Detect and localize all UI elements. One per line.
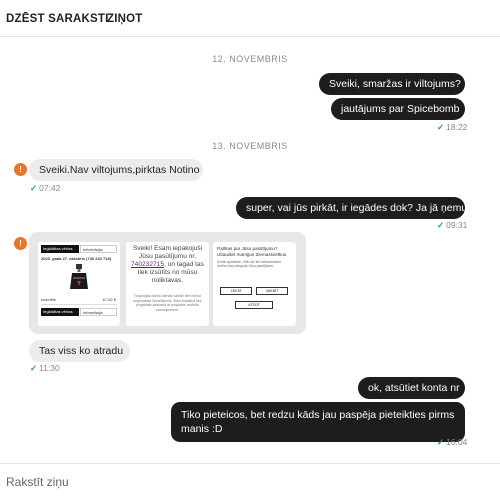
divider [41,304,117,305]
attachment-image-order[interactable]: Iegādātas vērtas Informācija 2023. gada … [38,242,120,326]
message-meta: ✓ 11:30 [30,363,60,374]
message-meta: ✓ 09:31 [437,220,467,231]
date-separator: 12. NOVEMBRIS [212,54,288,64]
survey-button-a: LEKSĪ [220,287,252,295]
message-text: super, vai jūs pirkāt, ir iegādes dok? J… [246,202,468,214]
outgoing-message: jautājums par Spicebomb [331,98,465,120]
packing-message: Sveiki! Esam iepakojuši Jūsu pasūtījumu … [131,245,204,284]
message-text: ok, atsūtiet konta nr [368,382,460,394]
order-tab-active: Iegādātas vērtas [41,245,79,253]
message-time: 07:42 [39,183,61,193]
outgoing-message: ok, atsūtiet konta nr [358,377,465,399]
survey-button-c: ATSŪT [235,301,273,309]
message-text: Tas viss ko atradu [39,345,124,357]
message-text: Sveiki, smaržas ir viltojums? [329,78,461,90]
incoming-message: Sveiki.Nav viltojums,pirktas Notino [29,159,203,181]
message-time: 18:22 [446,122,468,132]
message-text: Tiko pieteicos, bet redzu kāds jau paspē… [181,409,455,435]
message-time: 11:30 [39,363,60,373]
top-bar: DZĒST SARAKSTI ZIŅOT [0,0,500,37]
order-line: 2023. gada 27. oktobris (740 232 715) [41,256,112,261]
outgoing-message: super, vai jūs pirkāt, ir iegādes dok? J… [236,197,468,219]
outgoing-message: Tiko pieteicos, bet redzu kāds jau paspē… [171,402,465,442]
date-separator: 13. NOVEMBRIS [212,141,288,151]
read-check-icon: ✓ [437,220,445,230]
delete-conversation-button[interactable]: DZĒST SARAKSTI [6,0,108,36]
product-label: kosmēts [41,297,56,302]
survey-body: Sveiki apmekās. Vēlu šie šie vietnamokām… [217,260,282,269]
read-check-icon: ✓ [30,363,38,373]
attachment-image-survey[interactable]: Patīkas par Jūsu pasūtījumu? Ubaudiet ma… [213,242,296,326]
outgoing-message: Sveiki, smaržas ir viltojums? [319,73,465,95]
message-text: Sveiki.Nav viltojums,pirktas Notino [39,164,200,176]
message-meta: ✓ 07:42 [30,183,60,194]
packing-small-text: Turpinājās darba dienās vairāki tiem tie… [133,294,202,312]
order-tab-active: Iegādātas vērtas [41,308,79,316]
message-meta: ✓ 16:04 [437,437,467,448]
message-input[interactable] [0,464,492,500]
attachment-image-message[interactable]: Sveiki! Esam iepakojuši Jūsu pasūtījumu … [126,242,209,326]
message-text: jautājums par Spicebomb [341,103,460,115]
survey-title: Patīkas par Jūsu pasūtījumu? Ubaudiet ma… [217,246,288,257]
user-avatar-icon: ! [14,163,27,176]
perfume-bottle-icon [70,264,88,289]
survey-button-b: VAKNĪT [256,287,288,295]
message-composer [0,463,500,501]
product-price: 67,62 € [102,297,116,302]
order-number-link: 740232715 [131,261,165,268]
read-check-icon: ✓ [437,437,445,447]
info-tab: Informācija [80,245,117,253]
report-button[interactable]: ZIŅOT [107,0,143,36]
message-meta: ✓ 18:22 [437,122,467,133]
read-check-icon: ✓ [30,183,38,193]
message-time: 09:31 [446,220,468,230]
info-tab: Informācija [80,308,117,316]
message-time: 16:04 [446,437,468,447]
incoming-message: Tas viss ko atradu [29,340,130,362]
image-attachments[interactable]: Iegādātas vērtas Informācija 2023. gada … [29,232,306,334]
read-check-icon: ✓ [437,122,445,132]
user-avatar-icon: ! [14,237,27,250]
